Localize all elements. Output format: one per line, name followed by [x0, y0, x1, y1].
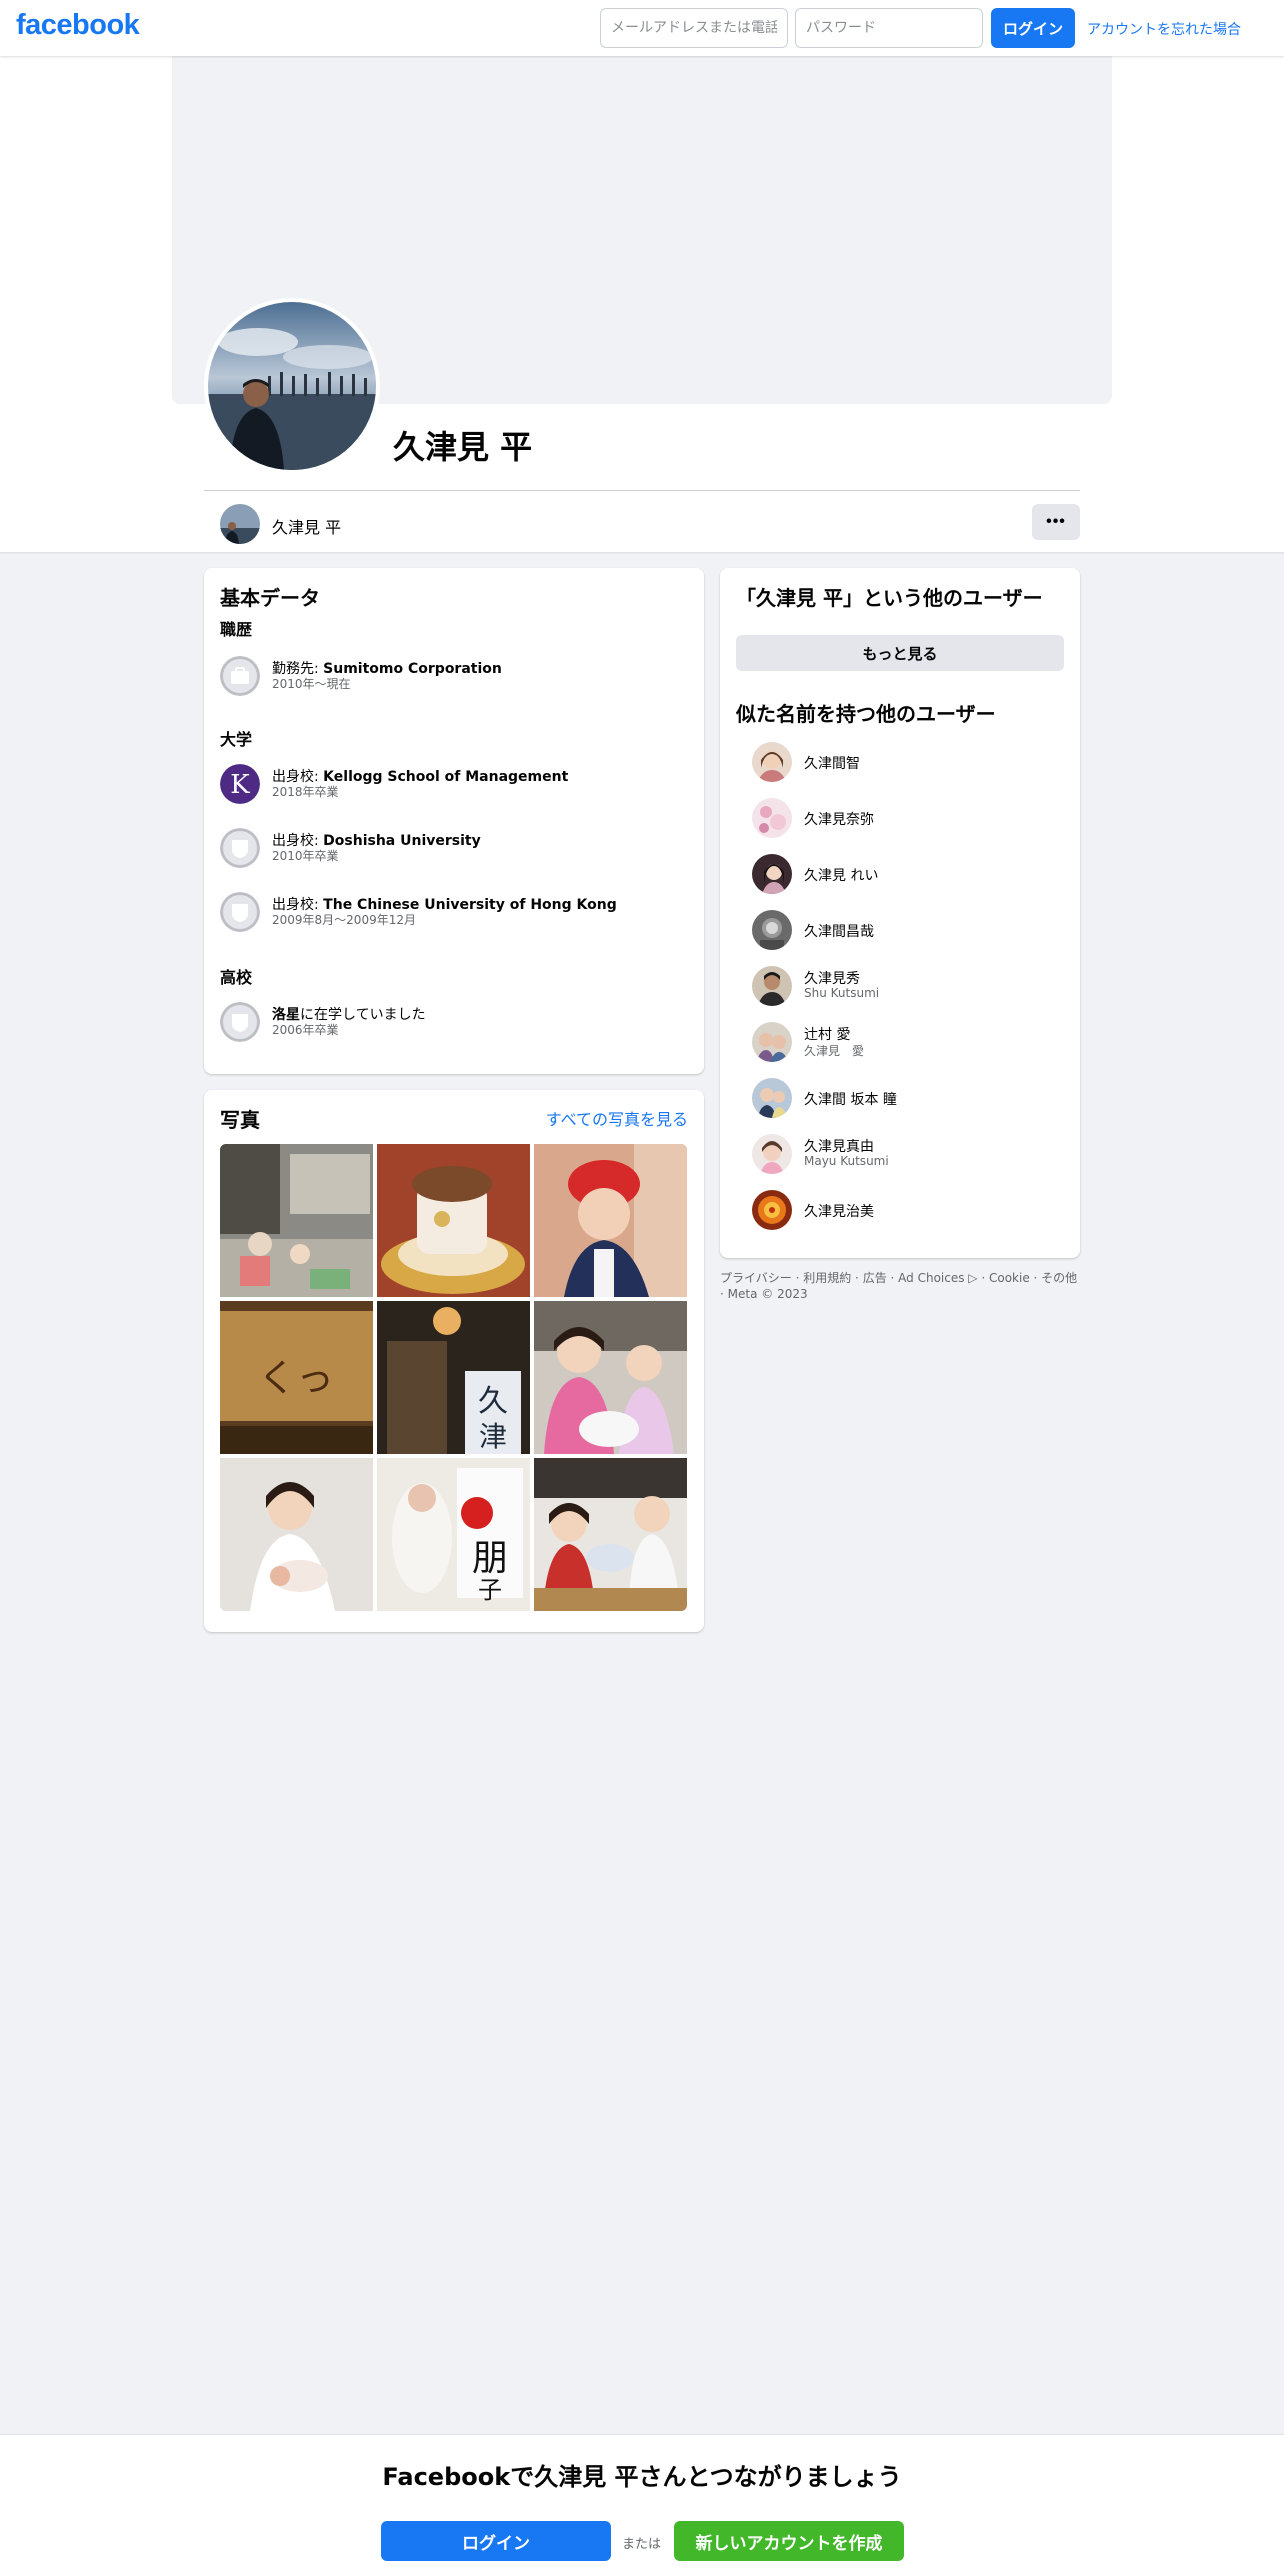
about-title: 基本データ — [220, 586, 320, 610]
school-icon — [220, 828, 260, 868]
other-users-card: 「久津見 平」という他のユーザー もっと見る 似た名前を持つ他のユーザー 久津間… — [720, 568, 1080, 1258]
other-users-title: 「久津見 平」という他のユーザー — [736, 586, 1043, 610]
kellogg-logo: K — [220, 764, 260, 804]
photo-thumbnail[interactable] — [534, 1458, 687, 1611]
email-input[interactable] — [600, 8, 788, 48]
person-item[interactable]: 久津見秀 Shu Kutsumi — [752, 964, 1062, 1008]
photos-card: 写真 すべての写真を見る くっ 久津 朋子 — [204, 1090, 704, 1632]
person-item[interactable]: 辻村 愛 久津見 愛 — [752, 1020, 1062, 1064]
photo-thumbnail[interactable] — [220, 1144, 373, 1297]
avatar — [752, 966, 792, 1006]
similar-names-title: 似た名前を持つ他のユーザー — [736, 702, 996, 726]
briefcase-icon — [220, 656, 260, 696]
person-name: 久津見秀 — [804, 971, 860, 987]
person-item[interactable]: 久津見治美 — [752, 1188, 1062, 1232]
highschool-entry[interactable]: 洛星に在学していました 2006年卒業 — [220, 1000, 690, 1044]
footer-link-privacy[interactable]: プライバシー — [720, 1271, 792, 1285]
create-account-button[interactable]: 新しいアカウントを作成 — [674, 2521, 904, 2561]
avatar — [752, 1134, 792, 1174]
photos-title: 写真 — [220, 1108, 260, 1132]
work-section-title: 職歴 — [220, 620, 253, 639]
person-alt-name: Shu Kutsumi — [804, 986, 880, 1000]
more-options-button[interactable]: ••• — [1032, 504, 1080, 540]
person-item[interactable]: 久津間智 — [752, 740, 1062, 784]
photo-thumbnail[interactable]: 久津 — [377, 1301, 530, 1454]
school-icon — [220, 892, 260, 932]
avatar — [752, 854, 792, 894]
person-item[interactable]: 久津見真由 Mayu Kutsumi — [752, 1132, 1062, 1176]
svg-text:K: K — [230, 770, 250, 800]
banner-login-button[interactable]: ログイン — [381, 2521, 611, 2561]
small-avatar[interactable] — [220, 504, 260, 544]
banner-title: Facebookで久津見 平さんとつながりましょう — [382, 2463, 902, 2491]
top-bar: facebook ログイン アカウントを忘れた場合 — [0, 0, 1284, 56]
footer-link-more[interactable]: その他 — [1041, 1271, 1077, 1285]
person-item[interactable]: 久津間 坂本 瞳 — [752, 1076, 1062, 1120]
profile-name: 久津見 平 — [393, 428, 533, 466]
person-name: 久津見真由 — [804, 1139, 874, 1155]
person-alt-name: 久津見 愛 — [804, 1044, 865, 1058]
person-item[interactable]: 久津見奈弥 — [752, 796, 1062, 840]
profile-picture[interactable] — [204, 298, 380, 474]
college-period: 2010年卒業 — [272, 849, 339, 863]
avatar — [752, 910, 792, 950]
photo-thumbnail[interactable]: くっ — [220, 1301, 373, 1454]
see-all-photos-link[interactable]: すべての写真を見る — [546, 1106, 688, 1130]
person-name: 久津見 れい — [804, 868, 879, 884]
svg-text:津: 津 — [479, 1420, 507, 1453]
college-entry[interactable]: K 出身校: Kellogg School of Management 2018… — [220, 762, 690, 806]
work-entry[interactable]: 勤務先: Sumitomo Corporation 2010年～現在 — [220, 654, 690, 698]
avatar — [752, 798, 792, 838]
or-label: または — [622, 2537, 662, 2552]
password-input[interactable] — [795, 8, 983, 48]
avatar — [752, 742, 792, 782]
person-name: 久津見治美 — [804, 1204, 874, 1220]
person-alt-name: Mayu Kutsumi — [804, 1154, 889, 1168]
school-icon — [220, 1002, 260, 1042]
profile-tab-row: 久津見 平 ••• — [204, 492, 1080, 552]
about-card: 基本データ 職歴 勤務先: Sumitomo Corporation 2010年… — [204, 568, 704, 1074]
photo-thumbnail[interactable]: 朋子 — [377, 1458, 530, 1611]
svg-text:久: 久 — [478, 1384, 508, 1419]
footer-link-adchoices[interactable]: Ad Choices ▷ — [898, 1271, 977, 1285]
svg-text:子: 子 — [478, 1576, 502, 1604]
footer-copyright: Meta © 2023 — [727, 1287, 808, 1301]
forgot-account-link[interactable]: アカウントを忘れた場合 — [1087, 19, 1241, 39]
person-name: 辻村 愛 — [804, 1027, 851, 1043]
signup-banner: Facebookで久津見 平さんとつながりましょう ログイン または 新しいアカ… — [0, 2434, 1284, 2568]
facebook-logo[interactable]: facebook — [16, 9, 140, 42]
header-divider — [204, 490, 1080, 491]
profile-photo — [208, 302, 376, 470]
svg-text:くっ: くっ — [258, 1356, 334, 1400]
photo-thumbnail[interactable] — [534, 1144, 687, 1297]
see-more-button[interactable]: もっと見る — [736, 635, 1064, 671]
avatar — [752, 1190, 792, 1230]
login-button[interactable]: ログイン — [991, 8, 1075, 48]
profile-tab-name[interactable]: 久津見 平 — [272, 514, 341, 538]
college-period: 2018年卒業 — [272, 785, 339, 799]
avatar — [752, 1078, 792, 1118]
work-period: 2010年～現在 — [272, 677, 351, 691]
footer-links: プライバシー · 利用規約 · 広告 · Ad Choices ▷ · Cook… — [720, 1271, 1078, 1301]
person-name: 久津間昌哉 — [804, 924, 874, 940]
svg-text:朋: 朋 — [472, 1538, 508, 1579]
avatar — [752, 1022, 792, 1062]
college-entry[interactable]: 出身校: Doshisha University 2010年卒業 — [220, 826, 690, 870]
person-name: 久津間智 — [804, 756, 860, 772]
person-item[interactable]: 久津間昌哉 — [752, 908, 1062, 952]
footer-link-cookie[interactable]: Cookie — [989, 1271, 1030, 1285]
college-entry[interactable]: 出身校: The Chinese University of Hong Kong… — [220, 890, 690, 934]
college-section-title: 大学 — [220, 730, 253, 749]
footer-link-terms[interactable]: 利用規約 — [803, 1271, 851, 1285]
photo-thumbnail[interactable] — [377, 1144, 530, 1297]
highschool-period: 2006年卒業 — [272, 1023, 339, 1037]
person-name: 久津見奈弥 — [804, 812, 874, 828]
footer-link-ads[interactable]: 広告 — [863, 1271, 887, 1285]
highschool-section-title: 高校 — [220, 968, 253, 987]
photo-thumbnail[interactable] — [220, 1458, 373, 1611]
college-period: 2009年8月〜2009年12月 — [272, 913, 416, 927]
person-item[interactable]: 久津見 れい — [752, 852, 1062, 896]
person-name: 久津間 坂本 瞳 — [804, 1092, 897, 1108]
photo-thumbnail[interactable] — [534, 1301, 687, 1454]
